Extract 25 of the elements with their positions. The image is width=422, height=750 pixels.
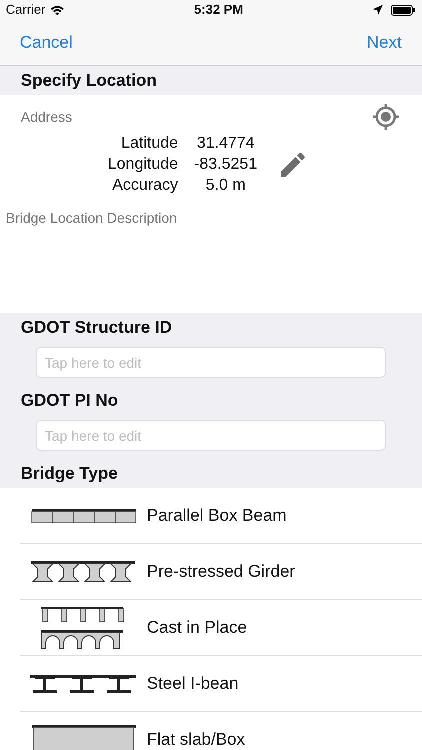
reading-label: Latitude bbox=[120, 134, 178, 154]
section-header: Bridge Type bbox=[0, 459, 422, 488]
carrier-name: Carrier bbox=[6, 1, 46, 20]
section-header: GDOT PI No bbox=[0, 386, 422, 415]
location-target-icon bbox=[372, 103, 400, 131]
battery-icon bbox=[391, 4, 416, 16]
location-arrow-icon bbox=[373, 5, 383, 15]
reading-value: 5.0 m bbox=[204, 176, 247, 196]
status-time: 5:32 PM bbox=[194, 1, 244, 20]
bridge-type-label: Parallel Box Beam bbox=[147, 504, 287, 527]
bridge-type-label: Steel I-bean bbox=[147, 672, 239, 695]
reading-label: Accuracy bbox=[112, 176, 178, 196]
reading-label: Longitude bbox=[108, 155, 178, 175]
text-field[interactable]: Tap here to edit bbox=[36, 347, 386, 378]
bridge-type-label: Flat slab/Box bbox=[147, 728, 246, 750]
wifi-icon bbox=[50, 4, 65, 16]
cancel-button[interactable]: Cancel bbox=[20, 30, 73, 56]
reading-value: -83.5251 bbox=[194, 155, 258, 175]
text-field[interactable]: Tap here to edit bbox=[36, 420, 386, 451]
section-header: Specify Location bbox=[0, 66, 422, 95]
section-header: GDOT Structure ID bbox=[0, 313, 422, 342]
next-button[interactable]: Next bbox=[367, 30, 402, 56]
reading-value: 31.4774 bbox=[196, 134, 256, 154]
bridge-type-label: Cast in Place bbox=[147, 616, 248, 639]
bridge-type-label: Pre-stressed Girder bbox=[147, 560, 296, 583]
